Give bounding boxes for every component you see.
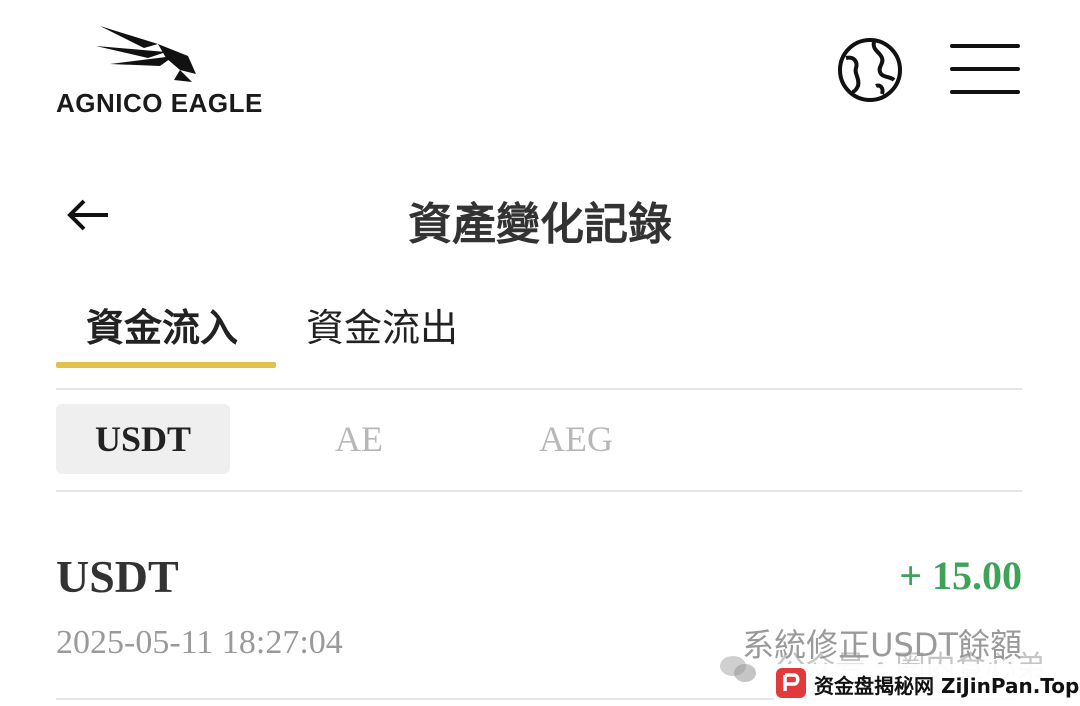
record-currency: USDT — [56, 551, 179, 602]
globe-icon — [838, 38, 902, 102]
app-header: AGNICO EAGLE — [0, 0, 1080, 140]
tab-outflow[interactable]: 資金流出 — [306, 296, 458, 368]
active-tab-indicator — [56, 362, 276, 368]
record-timestamp: 2025-05-11 18:27:04 — [56, 624, 343, 661]
currency-filter: USDT AE AEG — [56, 404, 1022, 492]
flow-tabs: 資金流入 資金流出 — [56, 296, 1022, 390]
currency-chip-aeg[interactable]: AEG — [516, 404, 636, 474]
record-amount: + 15.00 — [899, 553, 1022, 598]
currency-chip-usdt[interactable]: USDT — [56, 404, 230, 474]
site-watermark-text: 资金盘揭秘网 ZiJinPan.Top — [814, 674, 1080, 698]
site-logo-icon — [776, 668, 806, 698]
brand-logo[interactable]: AGNICO EAGLE — [56, 22, 262, 122]
brand-name: AGNICO EAGLE — [56, 88, 263, 118]
hamburger-menu-icon — [950, 67, 1020, 71]
title-bar: 資產變化記錄 — [0, 180, 1080, 252]
tab-inflow[interactable]: 資金流入 — [86, 296, 238, 368]
hamburger-menu-icon — [950, 44, 1020, 48]
language-button[interactable] — [836, 36, 904, 104]
hamburger-menu-icon — [950, 90, 1020, 94]
page-title: 資產變化記錄 — [408, 199, 672, 250]
menu-button[interactable] — [950, 44, 1022, 96]
currency-chip-ae[interactable]: AE — [296, 404, 422, 474]
wechat-icon — [720, 655, 756, 682]
site-watermark: 资金盘揭秘网 ZiJinPan.Top — [774, 664, 1080, 706]
eagle-logo-icon — [96, 26, 196, 82]
